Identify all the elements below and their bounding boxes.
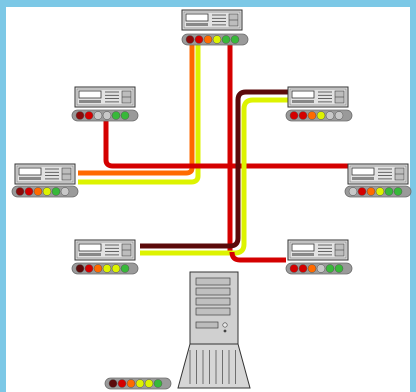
status-led bbox=[316, 111, 326, 120]
status-led bbox=[42, 187, 52, 196]
status-led bbox=[334, 264, 344, 273]
status-led bbox=[120, 264, 130, 273]
status-led-strip bbox=[11, 185, 79, 198]
status-led bbox=[120, 111, 130, 120]
rack-server-icon bbox=[74, 86, 136, 108]
status-led bbox=[194, 35, 204, 44]
status-led bbox=[366, 187, 376, 196]
server-upper-left bbox=[71, 86, 139, 122]
status-led bbox=[307, 111, 317, 120]
status-led bbox=[203, 35, 213, 44]
status-led-strip bbox=[181, 33, 249, 46]
status-led bbox=[51, 187, 61, 196]
status-led bbox=[384, 187, 394, 196]
status-led bbox=[135, 379, 145, 388]
server-lower-right bbox=[285, 239, 353, 275]
rack-server-icon bbox=[287, 239, 349, 261]
status-led bbox=[153, 379, 163, 388]
status-led bbox=[298, 111, 308, 120]
status-led bbox=[375, 187, 385, 196]
status-led-strip bbox=[71, 262, 139, 275]
status-led-strip bbox=[285, 262, 353, 275]
rack-server-icon bbox=[347, 163, 409, 185]
status-led bbox=[126, 379, 136, 388]
frame-right-bar bbox=[410, 0, 416, 392]
status-led bbox=[307, 264, 317, 273]
server-mid-left bbox=[11, 163, 79, 198]
status-led bbox=[230, 35, 240, 44]
status-led bbox=[93, 264, 103, 273]
frame-top-bar bbox=[0, 0, 416, 7]
diagram-canvas bbox=[0, 0, 416, 392]
status-led bbox=[15, 187, 25, 196]
status-led bbox=[60, 187, 70, 196]
status-led-strip bbox=[104, 377, 172, 390]
rack-server-icon bbox=[74, 239, 136, 261]
status-led bbox=[33, 187, 43, 196]
status-led bbox=[289, 111, 299, 120]
status-led bbox=[102, 264, 112, 273]
status-led bbox=[108, 379, 118, 388]
rack-server-icon bbox=[287, 86, 349, 108]
status-led bbox=[325, 111, 335, 120]
status-led bbox=[393, 187, 403, 196]
status-led bbox=[84, 264, 94, 273]
status-led bbox=[75, 111, 85, 120]
status-led-strip bbox=[71, 109, 139, 122]
status-led bbox=[144, 379, 154, 388]
status-led bbox=[84, 111, 94, 120]
status-led bbox=[75, 264, 85, 273]
server-mid-right bbox=[344, 163, 412, 198]
status-led bbox=[102, 111, 112, 120]
status-led bbox=[289, 264, 299, 273]
status-led bbox=[111, 111, 121, 120]
server-upper-right bbox=[285, 86, 353, 122]
status-led bbox=[212, 35, 222, 44]
status-led bbox=[221, 35, 231, 44]
rack-server-icon bbox=[181, 9, 243, 31]
status-led bbox=[316, 264, 326, 273]
server-top bbox=[181, 9, 249, 46]
status-led bbox=[24, 187, 34, 196]
status-led bbox=[117, 379, 127, 388]
status-led bbox=[325, 264, 335, 273]
frame-left-bar bbox=[0, 0, 6, 392]
status-led bbox=[185, 35, 195, 44]
status-led bbox=[93, 111, 103, 120]
network-diagram bbox=[0, 0, 416, 392]
status-led bbox=[298, 264, 308, 273]
status-led bbox=[334, 111, 344, 120]
rack-server-icon bbox=[14, 163, 76, 185]
status-led bbox=[111, 264, 121, 273]
status-led-strip bbox=[285, 109, 353, 122]
status-led-strip bbox=[344, 185, 412, 198]
status-led bbox=[357, 187, 367, 196]
status-led bbox=[348, 187, 358, 196]
server-lower-left bbox=[71, 239, 139, 275]
